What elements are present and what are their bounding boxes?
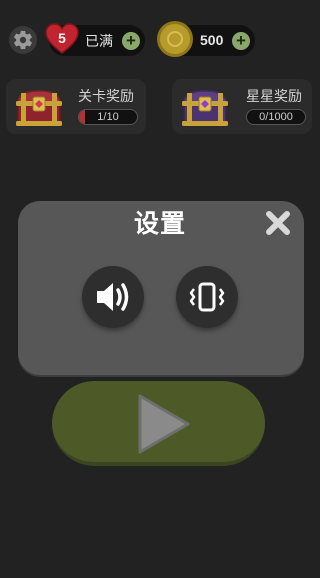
plus-circle-icon: + — [236, 31, 246, 50]
gear-icon — [14, 30, 32, 50]
red-chest-icon — [16, 90, 62, 126]
speaker-icon — [97, 283, 129, 311]
add-coins-button[interactable]: + — [232, 32, 250, 50]
play-icon — [138, 394, 190, 454]
star-reward-progress: 0/1000 — [246, 109, 306, 125]
purple-chest-icon — [182, 90, 228, 126]
add-lives-button[interactable]: + — [122, 32, 140, 50]
sound-toggle-button[interactable] — [82, 266, 144, 328]
coins-amount: 500 — [200, 32, 224, 48]
plus-circle-icon: + — [126, 31, 136, 50]
close-button[interactable] — [263, 208, 293, 238]
coin-icon — [157, 21, 193, 57]
settings-button[interactable] — [9, 26, 37, 54]
level-reward-card[interactable]: 关卡奖励 1/10 — [6, 79, 146, 134]
vibrate-toggle-button[interactable] — [176, 266, 238, 328]
star-reward-card[interactable]: 星星奖励 0/1000 — [172, 79, 312, 134]
level-reward-progress: 1/10 — [78, 109, 138, 125]
star-reward-progress-text: 0/1000 — [259, 111, 293, 123]
vibrate-icon — [189, 282, 225, 312]
close-icon — [266, 211, 290, 235]
level-reward-progress-text: 1/10 — [97, 111, 119, 123]
lives-count: 5 — [58, 30, 66, 46]
lives-status: 已满 — [85, 34, 113, 50]
star-reward-title: 星星奖励 — [246, 89, 302, 105]
level-reward-title: 关卡奖励 — [78, 89, 134, 105]
